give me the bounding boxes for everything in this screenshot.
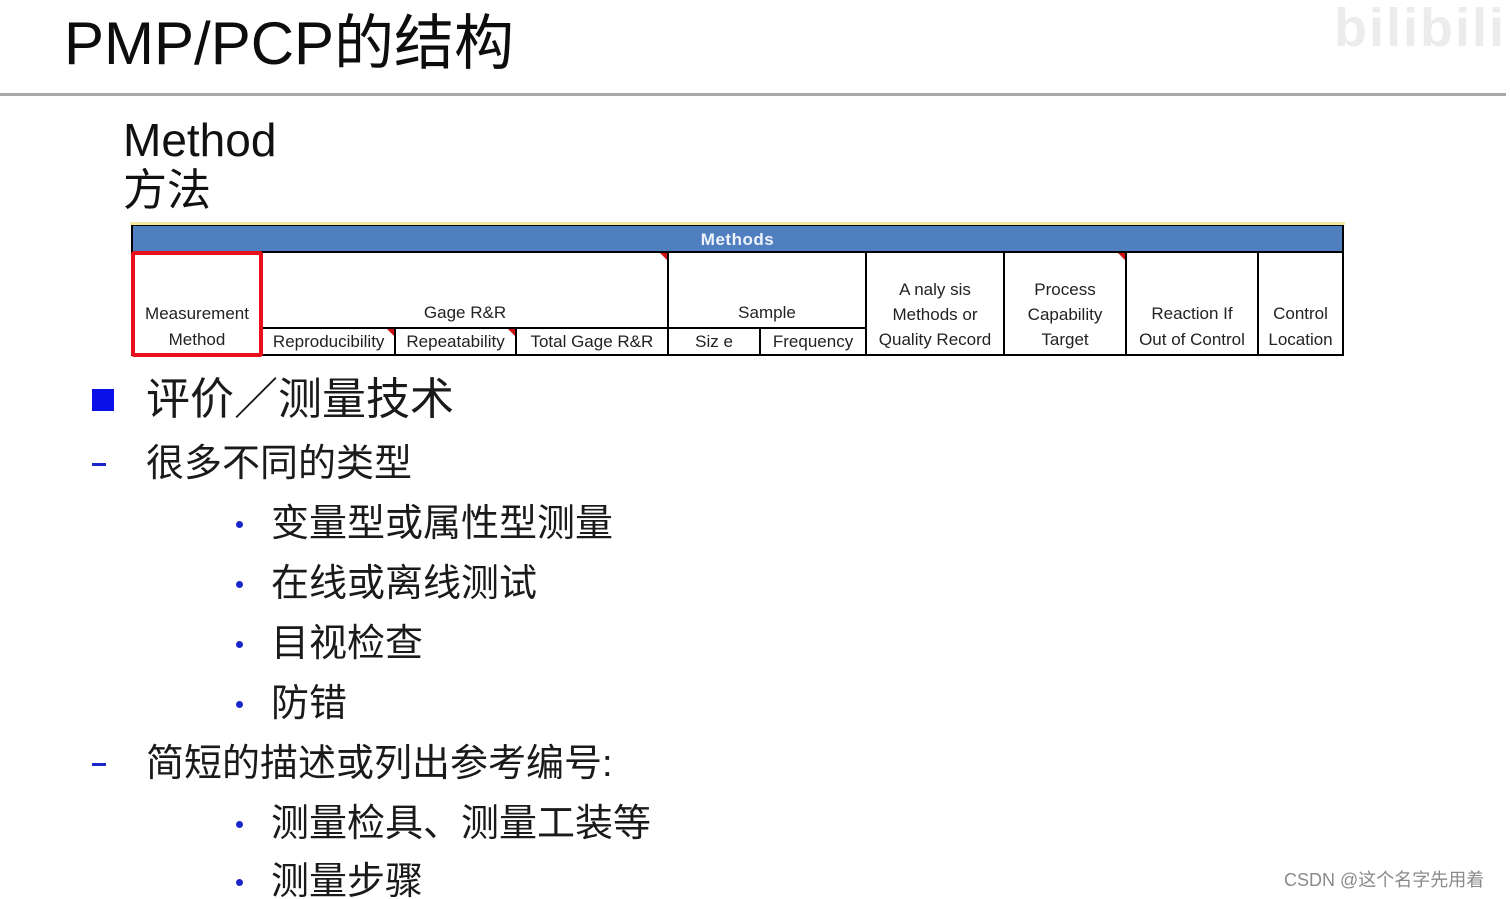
col-group-label: Sample: [738, 303, 796, 322]
col-label-line: Control: [1273, 304, 1328, 323]
col-label-line: Out of Control: [1139, 330, 1245, 349]
bullet-text: 简短的描述或列出参考编号:: [146, 743, 613, 785]
dash-bullet-icon: [92, 462, 106, 466]
bullet-item: 变量型或属性型测量: [236, 500, 613, 548]
methods-table-header: Methods: [133, 226, 1342, 253]
bullet-item: 防错: [236, 680, 347, 728]
col-label-line: A naly sis: [899, 280, 971, 299]
dot-bullet-icon: [236, 580, 243, 588]
slide: bilibili PMP/PCP的结构 Method 方法 Methods Me…: [0, 0, 1510, 899]
csdn-credit: CSDN @这个名字先用着: [1284, 870, 1485, 890]
bullet-main: 评价／测量技术: [92, 373, 454, 427]
col-label-line: Target: [1041, 330, 1089, 349]
slide-title: PMP/PCP的结构: [64, 10, 515, 77]
section-heading-zh: 方法: [123, 166, 211, 215]
title-divider: [0, 93, 1506, 96]
methods-table: Methods Measurement Method Gage R&R Repr…: [130, 222, 1345, 356]
bullet-text: 评价／测量技术: [146, 375, 454, 424]
col-label-line: Location: [1268, 330, 1333, 349]
col-label-line: Method: [168, 330, 226, 349]
bullet-item: 测量步骤: [236, 858, 423, 899]
dot-bullet-icon: [236, 700, 243, 708]
col-label-line: Reaction If: [1151, 304, 1233, 323]
col-label-line: Process: [1034, 280, 1096, 299]
col-analysis-methods: A naly sis Methods or Quality Record: [867, 253, 1005, 354]
dot-bullet-icon: [236, 878, 243, 886]
section-heading-en: Method: [123, 114, 277, 166]
col-label-line: Measurement: [145, 304, 249, 323]
square-bullet-icon: [92, 389, 114, 411]
col-group-label: Gage R&R: [423, 303, 507, 322]
bullet-text: 防错: [271, 683, 348, 725]
col-label-line: Capability: [1027, 305, 1103, 324]
dot-bullet-icon: [236, 820, 243, 828]
gage-rr-subheaders: Reproducibility Repeatability Total Gage…: [263, 327, 667, 354]
col-label-line: Quality Record: [878, 330, 992, 349]
dot-bullet-icon: [236, 640, 243, 648]
col-sample: Sample Siz e Frequency: [669, 253, 867, 354]
sample-subheaders: Siz e Frequency: [669, 327, 865, 354]
bullet-item: 目视检查: [236, 620, 423, 668]
bilibili-watermark: bilibili: [1334, 0, 1506, 58]
col-control-location: Control Location: [1259, 253, 1342, 354]
bullet-text: 很多不同的类型: [146, 443, 413, 485]
bullet-text: 测量检具、测量工装等: [271, 803, 652, 845]
col-reaction-if-out-of-control: Reaction If Out of Control: [1127, 253, 1259, 354]
bullet-text: 目视检查: [271, 623, 424, 665]
subcol-total-gage-rr: Total Gage R&R: [530, 332, 654, 351]
bullet-item: 测量检具、测量工装等: [236, 800, 651, 848]
subcol-size: Siz e: [669, 329, 762, 354]
bullet-sub-description: 简短的描述或列出参考编号:: [92, 740, 613, 788]
dash-bullet-icon: [92, 762, 106, 766]
subcol-repeatability: Repeatability: [396, 329, 517, 354]
col-process-capability: Process Capability Target: [1005, 253, 1127, 354]
bullet-sub-types: 很多不同的类型: [92, 440, 412, 488]
subcol-reproducibility: Reproducibility: [263, 329, 397, 354]
bullet-text: 在线或离线测试: [271, 563, 538, 605]
dot-bullet-icon: [236, 520, 243, 528]
col-label-line: Methods or: [892, 305, 978, 324]
bullet-text: 变量型或属性型测量: [271, 503, 614, 545]
col-measurement-method: Measurement Method: [133, 253, 263, 354]
col-gage-rr: Gage R&R Reproducibility Repeatability T…: [263, 253, 669, 354]
bullet-text: 测量步骤: [271, 861, 424, 899]
subcol-frequency: Frequency: [772, 332, 854, 351]
bullet-item: 在线或离线测试: [236, 560, 537, 608]
